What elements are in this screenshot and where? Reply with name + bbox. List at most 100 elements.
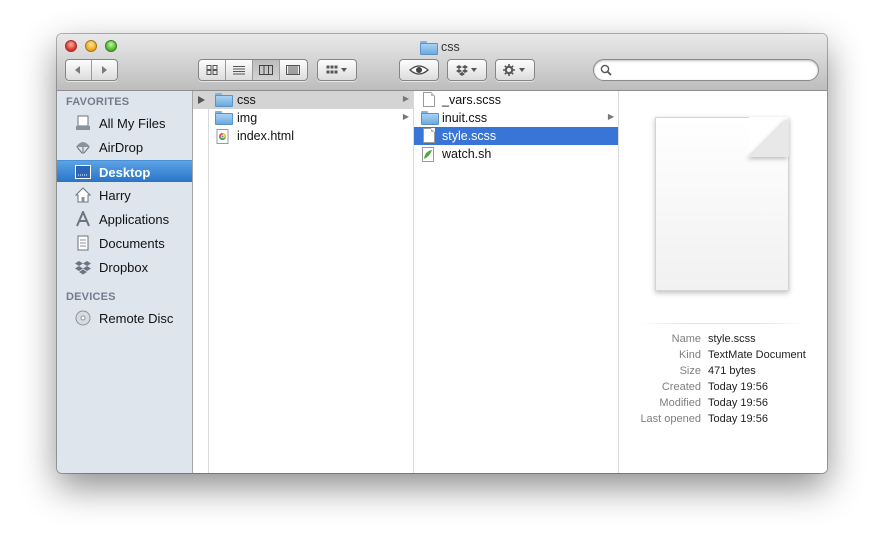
folder-icon (421, 111, 439, 125)
arrange-icon (326, 65, 347, 74)
quick-look-button[interactable] (399, 59, 439, 81)
file-name: img (237, 111, 258, 125)
column-view-icon (259, 65, 273, 75)
gear-icon (503, 64, 525, 76)
info-label: Modified (659, 397, 701, 409)
column-view-button[interactable] (253, 60, 280, 80)
info-value: Today 19:56 (708, 381, 768, 393)
file-name: inuit.css (442, 111, 488, 125)
home-icon (74, 187, 92, 203)
info-label: Size (679, 365, 701, 377)
list-view-icon (233, 66, 245, 75)
applications-icon (74, 211, 92, 227)
column-gutter (193, 91, 209, 473)
toolbar: css (57, 34, 827, 91)
forward-button[interactable] (92, 60, 117, 80)
sidebar-item-label: All My Files (99, 116, 166, 131)
file-name: index.html (237, 129, 294, 143)
info-label: Created (661, 381, 701, 393)
sidebar-item-remote-disc[interactable]: Remote Disc (57, 307, 192, 329)
sidebar-item-label: Dropbox (99, 260, 149, 275)
file-name: style.scss (442, 129, 497, 143)
dropbox-button[interactable] (447, 59, 487, 81)
arrange-button[interactable] (317, 59, 357, 81)
dropbox-icon (456, 65, 477, 76)
list-item-watch-sh[interactable]: watch.sh (414, 145, 618, 163)
document-preview-icon (655, 117, 789, 291)
dropbox-icon (74, 259, 92, 275)
folder-icon (420, 41, 438, 55)
sidebar-item-airdrop[interactable]: AirDrop (57, 136, 192, 158)
file-name: _vars.scss (442, 93, 502, 107)
list-item-img-folder[interactable]: img ▶ (193, 109, 413, 127)
desktop-icon (74, 164, 92, 180)
file-name: css (237, 93, 256, 107)
close-button[interactable] (65, 40, 77, 52)
document-icon (423, 92, 435, 107)
minimize-button[interactable] (85, 40, 97, 52)
html-file-icon (215, 129, 231, 144)
sidebar-item-label: Applications (99, 212, 170, 227)
documents-icon (74, 235, 92, 251)
finder-window: css FAVORITES All My Files AirDrop Deskt… (57, 34, 827, 473)
list-view-button[interactable] (226, 60, 253, 80)
view-mode-control (198, 59, 308, 81)
info-label: Last opened (640, 413, 701, 425)
info-last-opened: Last opened Today 19:56 (619, 413, 827, 429)
info-value: TextMate Document (708, 349, 806, 361)
cover-flow-button[interactable] (280, 60, 307, 80)
disclosure-triangle-icon (198, 96, 205, 104)
info-value: Today 19:56 (708, 397, 768, 409)
info-modified: Modified Today 19:56 (619, 397, 827, 413)
info-size: Size 471 bytes (619, 365, 827, 381)
search-icon (600, 64, 612, 76)
search-field[interactable] (593, 59, 819, 81)
column-2: _vars.scss inuit.css ▶ style.scss watch.… (414, 91, 619, 473)
sidebar-item-label: Harry (99, 188, 131, 203)
list-item-index-html[interactable]: index.html (193, 127, 413, 145)
cover-flow-icon (286, 65, 301, 75)
info-name: Name style.scss (619, 333, 827, 349)
column-1: css ▶ img ▶ index.html (193, 91, 414, 473)
sidebar-item-documents[interactable]: Documents (57, 232, 192, 254)
sidebar-item-label: Desktop (99, 165, 151, 180)
favorites-heading: FAVORITES (66, 96, 130, 108)
chevron-right-icon: ▶ (402, 112, 409, 121)
back-forward-control (65, 59, 118, 81)
info-created: Created Today 19:56 (619, 381, 827, 397)
back-arrow-icon (75, 66, 81, 74)
sidebar-item-label: AirDrop (99, 140, 144, 155)
file-name: watch.sh (442, 147, 492, 161)
info-kind: Kind TextMate Document (619, 349, 827, 365)
disc-icon (74, 310, 92, 326)
sidebar-item-harry[interactable]: Harry (57, 184, 192, 206)
sidebar-item-applications[interactable]: Applications (57, 208, 192, 230)
list-item-vars-scss[interactable]: _vars.scss (414, 91, 618, 109)
eye-icon (409, 65, 429, 75)
info-label: Name (671, 333, 701, 345)
sidebar: FAVORITES All My Files AirDrop Desktop H… (57, 91, 193, 473)
action-button[interactable] (495, 59, 535, 81)
divider (639, 323, 807, 324)
list-item-style-scss[interactable]: style.scss (414, 127, 618, 145)
sidebar-item-desktop[interactable]: Desktop (57, 160, 192, 182)
airdrop-icon (74, 139, 92, 155)
sidebar-item-label: Documents (99, 236, 165, 251)
chevron-right-icon: ▶ (402, 94, 409, 103)
all-my-files-icon (74, 115, 92, 131)
list-item-inuit-css-folder[interactable]: inuit.css ▶ (414, 109, 618, 127)
sidebar-item-dropbox[interactable]: Dropbox (57, 256, 192, 278)
zoom-button[interactable] (105, 40, 117, 52)
info-value: 471 bytes (708, 365, 756, 377)
window-title: css (420, 39, 460, 55)
list-item-css-folder[interactable]: css ▶ (193, 91, 413, 109)
script-file-icon (421, 147, 437, 162)
page-fold (749, 117, 789, 157)
window-title-text: css (441, 40, 460, 54)
info-value: Today 19:56 (708, 413, 768, 425)
sidebar-item-all-my-files[interactable]: All My Files (57, 112, 192, 134)
chevron-right-icon: ▶ (607, 112, 614, 121)
info-label: Kind (678, 349, 701, 361)
icon-view-button[interactable] (199, 60, 226, 80)
back-button[interactable] (66, 60, 92, 80)
